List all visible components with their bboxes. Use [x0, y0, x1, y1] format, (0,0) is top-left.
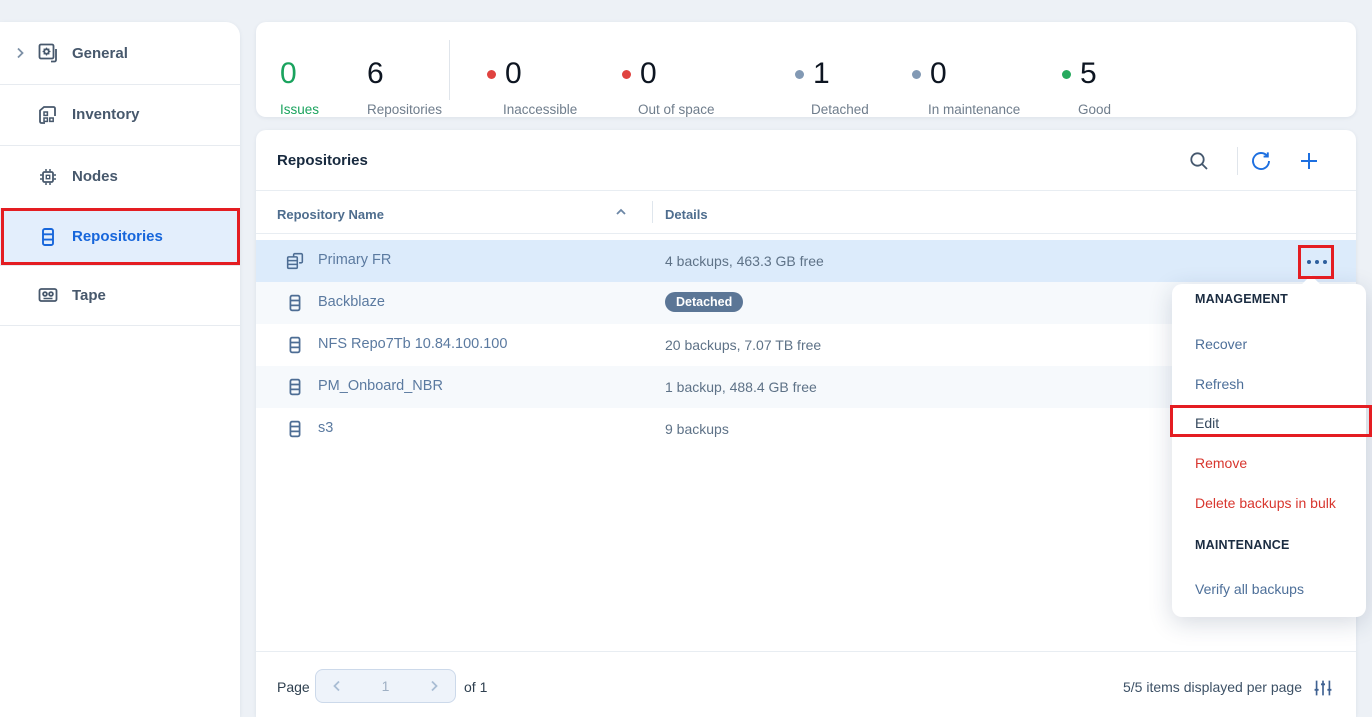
- menu-item-verify-all-backups[interactable]: Verify all backups: [1195, 581, 1354, 597]
- search-icon[interactable]: [1187, 149, 1211, 173]
- stat-label: Issues: [280, 102, 319, 117]
- toolbar-divider: [1237, 147, 1238, 175]
- repository-icon: [284, 334, 306, 356]
- stat-label: Inaccessible: [503, 102, 577, 117]
- sidebar-item-general[interactable]: General: [0, 22, 240, 85]
- ellipsis-dot: [1315, 260, 1319, 264]
- sidebar-item-repositories[interactable]: Repositories: [0, 208, 240, 266]
- sidebar-item-label: Repositories: [72, 228, 163, 245]
- items-per-page-settings-icon[interactable]: [1312, 677, 1334, 699]
- stat-value: 0: [280, 58, 319, 90]
- repository-icon: [284, 418, 306, 440]
- stat-inaccessible: 0 Inaccessible: [487, 58, 577, 117]
- repository-name: PM_Onboard_NBR: [318, 378, 443, 394]
- sidebar-item-label: General: [72, 45, 128, 62]
- menu-item-refresh[interactable]: Refresh: [1195, 376, 1354, 392]
- status-dot-gray: [912, 70, 921, 79]
- stat-label: Good: [1078, 102, 1111, 117]
- stat-label: Detached: [811, 102, 869, 117]
- column-header-underline: [256, 233, 1356, 234]
- sidebar-item-label: Tape: [72, 287, 106, 304]
- previous-page-icon[interactable]: [329, 678, 345, 694]
- column-divider: [652, 201, 653, 223]
- menu-item-delete-backups-in-bulk[interactable]: Delete backups in bulk: [1195, 495, 1354, 511]
- chevron-right-icon[interactable]: [12, 45, 28, 61]
- status-dot-red: [622, 70, 631, 79]
- sidebar-item-nodes[interactable]: Nodes: [0, 145, 240, 209]
- header-divider: [256, 190, 1356, 191]
- sidebar-item-label: Nodes: [72, 168, 118, 185]
- stat-label: Repositories: [367, 102, 442, 117]
- repository-icon: [284, 292, 306, 314]
- repository-details: 4 backups, 463.3 GB free: [665, 253, 824, 269]
- inventory-icon: [36, 103, 60, 127]
- scale-out-repository-icon: [284, 250, 306, 272]
- ellipsis-dot: [1307, 260, 1311, 264]
- stat-out-of-space: 0 Out of space: [622, 58, 715, 117]
- repository-details: 20 backups, 7.07 TB free: [665, 337, 821, 353]
- sidebar: General Inventory Nodes: [0, 22, 240, 717]
- repository-context-menu: MANAGEMENT Recover Refresh Edit Remove D…: [1172, 284, 1366, 617]
- menu-section-maintenance: MAINTENANCE: [1195, 538, 1290, 552]
- sidebar-item-inventory[interactable]: Inventory: [0, 84, 240, 146]
- stats-divider: [449, 40, 450, 100]
- stat-value: 0: [505, 58, 522, 90]
- stat-value: 5: [1080, 58, 1097, 90]
- menu-section-management: MANAGEMENT: [1195, 292, 1288, 306]
- stat-value: 0: [640, 58, 657, 90]
- stat-good: 5 Good: [1062, 58, 1111, 117]
- panel-title: Repositories: [277, 152, 368, 169]
- menu-item-recover[interactable]: Recover: [1195, 336, 1354, 352]
- repository-details: 1 backup, 488.4 GB free: [665, 379, 817, 395]
- repository-name: s3: [318, 420, 333, 436]
- stat-label: In maintenance: [928, 102, 1020, 117]
- status-dot-red: [487, 70, 496, 79]
- repository-name: Backblaze: [318, 294, 385, 310]
- stat-value: 0: [930, 58, 947, 90]
- menu-item-remove[interactable]: Remove: [1195, 455, 1354, 471]
- ellipsis-dot: [1323, 260, 1327, 264]
- column-header-name[interactable]: Repository Name: [277, 207, 384, 222]
- stat-in-maintenance: 0 In maintenance: [912, 58, 1020, 117]
- general-settings-icon: [36, 41, 60, 65]
- repository-details: 9 backups: [665, 421, 729, 437]
- row-actions-ellipsis-button[interactable]: [1302, 249, 1332, 275]
- backup-console: General Inventory Nodes: [0, 0, 1372, 717]
- items-per-page-text: 5/5 items displayed per page: [1123, 679, 1302, 695]
- stat-label: Out of space: [638, 102, 715, 117]
- next-page-icon[interactable]: [426, 678, 442, 694]
- repository-name: Primary FR: [318, 252, 391, 268]
- repository-name: NFS Repo7Tb 10.84.100.100: [318, 336, 507, 352]
- page-navigator: 1: [315, 669, 456, 703]
- stat-detached: 1 Detached: [795, 58, 869, 117]
- repositories-icon: [36, 225, 60, 249]
- page-of-label: of 1: [464, 679, 487, 695]
- stat-value: 6: [367, 58, 442, 90]
- status-summary-bar: 0 Issues 6 Repositories 0 Inaccessible 0…: [256, 22, 1356, 117]
- repository-icon: [284, 376, 306, 398]
- detached-status-badge: Detached: [665, 292, 743, 312]
- refresh-icon[interactable]: [1249, 149, 1273, 173]
- add-repository-icon[interactable]: [1297, 149, 1321, 173]
- table-row-primary-fr[interactable]: Primary FR 4 backups, 463.3 GB free: [256, 240, 1356, 282]
- column-header-details[interactable]: Details: [665, 207, 708, 222]
- status-dot-green: [1062, 70, 1071, 79]
- page-label: Page: [277, 679, 310, 695]
- footer-divider: [256, 651, 1356, 652]
- stat-repositories-total: 6 Repositories: [367, 58, 442, 117]
- menu-item-edit[interactable]: Edit: [1195, 415, 1354, 431]
- tape-icon: [36, 283, 60, 307]
- nodes-icon: [36, 165, 60, 189]
- sidebar-item-tape[interactable]: Tape: [0, 265, 240, 326]
- stat-value: 1: [813, 58, 830, 90]
- page-number-input[interactable]: 1: [382, 678, 390, 694]
- status-dot-gray: [795, 70, 804, 79]
- sort-ascending-icon[interactable]: [613, 204, 629, 220]
- stat-issues: 0 Issues: [280, 58, 319, 117]
- sidebar-item-label: Inventory: [72, 106, 140, 123]
